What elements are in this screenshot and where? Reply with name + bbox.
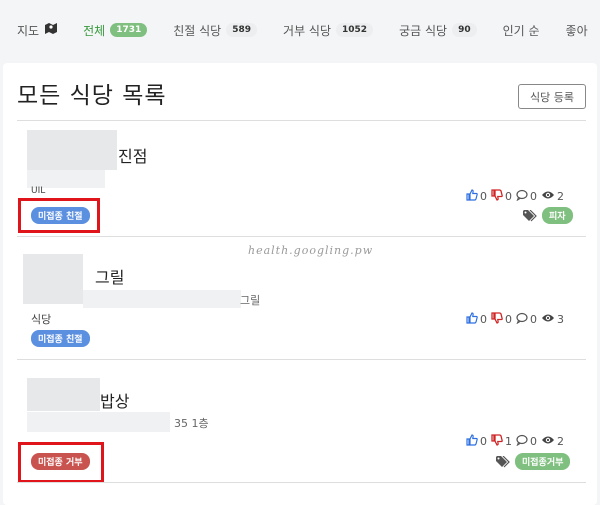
eye-icon <box>541 434 555 449</box>
nav-popular-label: 인기 순 <box>502 23 540 38</box>
comments-count: 0 <box>530 435 537 448</box>
nav-all-label: 전체 <box>83 23 106 38</box>
redacted-image <box>27 412 170 432</box>
nav-friendly[interactable]: 친절 식당 589 <box>173 22 258 39</box>
stats-row: 0 1 0 2 <box>466 434 568 449</box>
redacted-image <box>83 290 241 308</box>
restaurant-name: 그릴 <box>95 268 125 287</box>
views-count: 2 <box>557 190 564 203</box>
nav-refused-count: 1052 <box>336 23 374 37</box>
nav-curious[interactable]: 궁금 식당 90 <box>399 22 477 39</box>
restaurant-address: 35 1층 <box>174 417 209 430</box>
nav-curious-label: 궁금 식당 <box>399 23 448 38</box>
nav-refused[interactable]: 거부 식당 1052 <box>283 22 374 39</box>
dislikes-count: 0 <box>505 313 512 326</box>
comments-count: 0 <box>530 190 537 203</box>
status-badge: 미접종 친절 <box>31 330 90 347</box>
tag-icon <box>523 207 537 226</box>
nav-likes[interactable]: 좋아 <box>566 22 588 39</box>
nav-all-count: 1731 <box>110 23 148 37</box>
nav-friendly-label: 친절 식당 <box>173 23 222 38</box>
dislikes-count: 1 <box>505 435 512 448</box>
thumbs-up-icon[interactable] <box>466 434 478 449</box>
thumbs-down-icon[interactable] <box>491 434 503 449</box>
thumbs-up-icon[interactable] <box>466 312 478 327</box>
nav-refused-label: 거부 식당 <box>283 23 332 38</box>
map-icon <box>45 23 58 37</box>
thumbs-up-icon[interactable] <box>466 189 478 204</box>
stats-row: 0 0 0 2 <box>466 189 568 204</box>
tag-icon <box>496 453 510 472</box>
restaurant-category: 식당 <box>31 313 52 326</box>
tag-badge[interactable]: 피자 <box>542 207 573 224</box>
register-restaurant-button[interactable]: 식당 등록 <box>518 84 586 109</box>
nav-all[interactable]: 전체 1731 <box>83 22 148 39</box>
views-count: 2 <box>557 435 564 448</box>
likes-count: 0 <box>480 190 487 203</box>
likes-count: 0 <box>480 313 487 326</box>
likes-count: 0 <box>480 435 487 448</box>
nav-popular[interactable]: 인기 순 <box>503 22 540 39</box>
tag-badge[interactable]: 미접종거부 <box>515 453 571 470</box>
restaurant-address: 그릴 <box>240 294 261 307</box>
comments-count: 0 <box>530 313 537 326</box>
nav-map[interactable]: 지도 <box>17 22 58 39</box>
comment-icon <box>516 312 528 327</box>
comment-icon <box>516 189 528 204</box>
thumbs-down-icon[interactable] <box>491 312 503 327</box>
comment-icon <box>516 434 528 449</box>
nav-curious-count: 90 <box>452 23 477 37</box>
highlight-box <box>18 442 104 483</box>
restaurant-category: UIL <box>31 186 46 196</box>
eye-icon <box>541 312 555 327</box>
nav-friendly-count: 589 <box>226 23 258 37</box>
thumbs-down-icon[interactable] <box>491 189 503 204</box>
nav-map-label: 지도 <box>17 23 40 38</box>
divider <box>17 120 586 121</box>
stats-row: 0 0 0 3 <box>466 312 568 327</box>
divider <box>17 482 586 483</box>
divider <box>17 359 586 360</box>
redacted-image <box>23 254 83 304</box>
dislikes-count: 0 <box>505 190 512 203</box>
highlight-box <box>18 198 100 233</box>
restaurant-name: 진점 <box>118 147 148 166</box>
divider <box>17 236 586 237</box>
restaurant-name: 밥상 <box>100 392 130 411</box>
redacted-image <box>27 378 100 411</box>
views-count: 3 <box>557 313 564 326</box>
nav-likes-label: 좋아 <box>565 23 588 38</box>
page-title: 모든 식당 목록 <box>17 83 167 109</box>
watermark: health.googling.pw <box>248 244 374 257</box>
redacted-image <box>27 130 117 170</box>
filter-nav: 지도 전체 1731 친절 식당 589 거부 식당 1052 궁금 식당 90… <box>0 0 600 60</box>
eye-icon <box>541 189 555 204</box>
